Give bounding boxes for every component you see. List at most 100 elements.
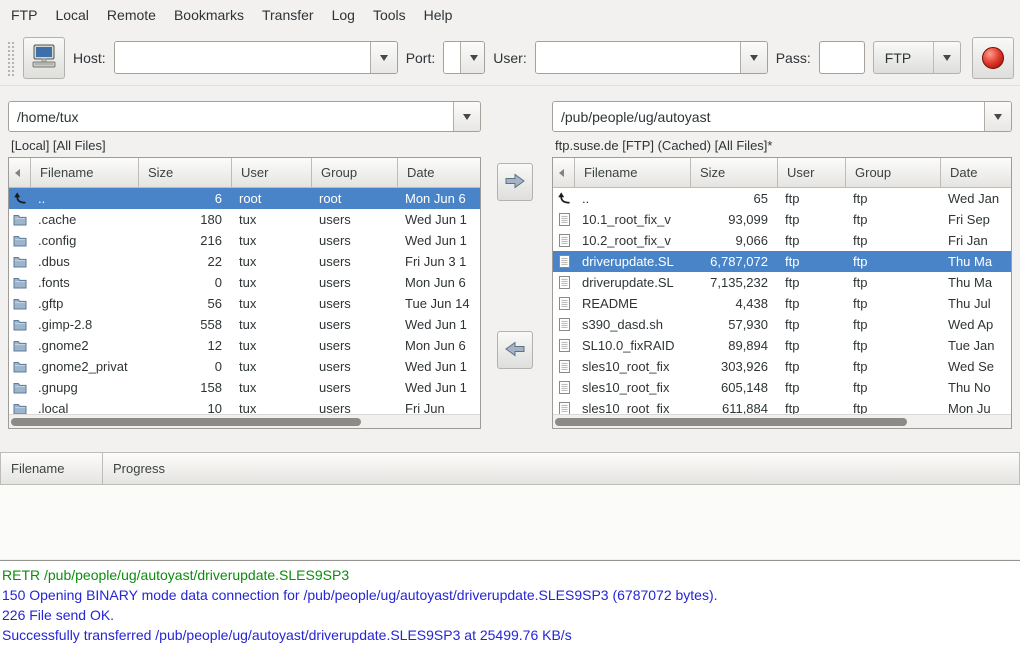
stop-button[interactable] bbox=[972, 37, 1014, 79]
chevron-down-icon bbox=[750, 55, 758, 61]
file-size: 6,787,072 bbox=[691, 254, 778, 269]
user-column-header[interactable]: User bbox=[778, 158, 846, 188]
file-row[interactable]: .gnome2_privat0tuxusersWed Jun 1 bbox=[9, 356, 480, 377]
folder-icon bbox=[9, 340, 31, 352]
file-user: tux bbox=[232, 233, 312, 248]
port-input[interactable] bbox=[444, 42, 460, 73]
size-column-header[interactable]: Size bbox=[139, 158, 232, 188]
file-user: ftp bbox=[778, 401, 846, 414]
port-dropdown-button[interactable] bbox=[460, 42, 485, 73]
toolbar-grip[interactable] bbox=[6, 40, 15, 76]
file-group: users bbox=[312, 233, 398, 248]
protocol-select[interactable]: FTP bbox=[873, 41, 961, 74]
local-path-dropdown-button[interactable] bbox=[453, 102, 480, 131]
scrollbar-thumb[interactable] bbox=[555, 418, 907, 426]
transfer-to-remote-button[interactable] bbox=[497, 163, 533, 201]
file-row[interactable]: 10.2_root_fix_v9,066ftpftpFri Jan bbox=[553, 230, 1011, 251]
user-dropdown-button[interactable] bbox=[740, 42, 767, 73]
menu-log[interactable]: Log bbox=[323, 0, 364, 30]
remote-path-dropdown-button[interactable] bbox=[984, 102, 1011, 131]
file-row[interactable]: .gftp56tuxusersTue Jun 14 bbox=[9, 293, 480, 314]
file-row[interactable]: sles10_root_fix605,148ftpftpThu No bbox=[553, 377, 1011, 398]
file-row[interactable]: ..65ftpftpWed Jan bbox=[553, 188, 1011, 209]
file-icon bbox=[553, 360, 575, 373]
up-icon bbox=[9, 192, 31, 205]
remote-path-combo bbox=[552, 101, 1012, 132]
file-icon bbox=[553, 297, 575, 310]
file-group: users bbox=[312, 317, 398, 332]
group-column-header[interactable]: Group bbox=[846, 158, 941, 188]
group-column-header[interactable]: Group bbox=[312, 158, 398, 188]
menu-local[interactable]: Local bbox=[46, 0, 97, 30]
file-date: Thu Ma bbox=[941, 275, 1011, 290]
file-group: users bbox=[312, 380, 398, 395]
transfer-to-local-button[interactable] bbox=[497, 331, 533, 369]
folder-icon bbox=[9, 214, 31, 226]
file-row[interactable]: .dbus22tuxusersFri Jun 3 1 bbox=[9, 251, 480, 272]
file-row[interactable]: ..6rootrootMon Jun 6 bbox=[9, 188, 480, 209]
file-row[interactable]: .cache180tuxusersWed Jun 1 bbox=[9, 209, 480, 230]
file-group: ftp bbox=[846, 359, 941, 374]
file-name: .gnupg bbox=[31, 380, 139, 395]
file-row[interactable]: sles10_root_fix303,926ftpftpWed Se bbox=[553, 356, 1011, 377]
filename-column-header[interactable]: Filename bbox=[31, 158, 139, 188]
size-column-header[interactable]: Size bbox=[691, 158, 778, 188]
file-date: Wed Se bbox=[941, 359, 1011, 374]
file-row[interactable]: .gimp-2.8558tuxusersWed Jun 1 bbox=[9, 314, 480, 335]
menu-help[interactable]: Help bbox=[415, 0, 462, 30]
file-row[interactable]: .config216tuxusersWed Jun 1 bbox=[9, 230, 480, 251]
file-row[interactable]: sles10_root_fix611,884ftpftpMon Ju bbox=[553, 398, 1011, 414]
menu-transfer[interactable]: Transfer bbox=[253, 0, 323, 30]
file-name: .local bbox=[31, 401, 139, 414]
file-row[interactable]: README4,438ftpftpThu Jul bbox=[553, 293, 1011, 314]
file-row[interactable]: SL10.0_fixRAID89,894ftpftpTue Jan bbox=[553, 335, 1011, 356]
local-panel: [Local] [All Files] Filename Size User G… bbox=[8, 88, 481, 429]
menu-tools[interactable]: Tools bbox=[364, 0, 415, 30]
file-row[interactable]: s390_dasd.sh57,930ftpftpWed Ap bbox=[553, 314, 1011, 335]
host-input[interactable] bbox=[115, 42, 370, 73]
file-row[interactable]: .gnome212tuxusersMon Jun 6 bbox=[9, 335, 480, 356]
file-row[interactable]: driverupdate.SL7,135,232ftpftpThu Ma bbox=[553, 272, 1011, 293]
user-column-header[interactable]: User bbox=[232, 158, 312, 188]
queue-progress-column-header[interactable]: Progress bbox=[103, 452, 1020, 485]
file-row[interactable]: .gnupg158tuxusersWed Jun 1 bbox=[9, 377, 480, 398]
file-row[interactable]: driverupdate.SL6,787,072ftpftpThu Ma bbox=[553, 251, 1011, 272]
transfer-queue-list bbox=[0, 485, 1020, 559]
local-path-input[interactable] bbox=[9, 102, 453, 131]
date-column-header[interactable]: Date bbox=[398, 158, 481, 188]
date-column-header[interactable]: Date bbox=[941, 158, 1012, 188]
file-size: 65 bbox=[691, 191, 778, 206]
remote-path-input[interactable] bbox=[553, 102, 984, 131]
menu-remote[interactable]: Remote bbox=[98, 0, 165, 30]
scrollbar-thumb[interactable] bbox=[11, 418, 361, 426]
user-input[interactable] bbox=[536, 42, 740, 73]
file-date: Wed Jun 1 bbox=[398, 380, 480, 395]
file-icon bbox=[553, 381, 575, 394]
file-user: tux bbox=[232, 380, 312, 395]
folder-icon bbox=[9, 235, 31, 247]
file-user: ftp bbox=[778, 212, 846, 227]
folder-icon bbox=[9, 298, 31, 310]
remote-horizontal-scrollbar[interactable] bbox=[553, 414, 1011, 428]
file-name: .. bbox=[575, 191, 691, 206]
file-size: 0 bbox=[139, 275, 232, 290]
local-horizontal-scrollbar[interactable] bbox=[9, 414, 480, 428]
icon-column-header[interactable] bbox=[9, 158, 31, 188]
file-row[interactable]: .fonts0tuxusersMon Jun 6 bbox=[9, 272, 480, 293]
file-row[interactable]: 10.1_root_fix_v93,099ftpftpFri Sep bbox=[553, 209, 1011, 230]
file-icon bbox=[553, 318, 575, 331]
file-icon bbox=[553, 402, 575, 414]
queue-filename-column-header[interactable]: Filename bbox=[0, 452, 103, 485]
folder-icon bbox=[9, 403, 31, 415]
menu-ftp[interactable]: FTP bbox=[2, 0, 46, 30]
filename-column-header[interactable]: Filename bbox=[575, 158, 691, 188]
file-date: Wed Jun 1 bbox=[398, 233, 480, 248]
file-row[interactable]: .local10tuxusersFri Jun bbox=[9, 398, 480, 414]
password-input[interactable] bbox=[819, 41, 865, 74]
menu-bookmarks[interactable]: Bookmarks bbox=[165, 0, 253, 30]
icon-column-header[interactable] bbox=[553, 158, 575, 188]
file-group: ftp bbox=[846, 296, 941, 311]
connect-button[interactable] bbox=[23, 37, 65, 79]
host-dropdown-button[interactable] bbox=[370, 42, 397, 73]
file-group: ftp bbox=[846, 275, 941, 290]
